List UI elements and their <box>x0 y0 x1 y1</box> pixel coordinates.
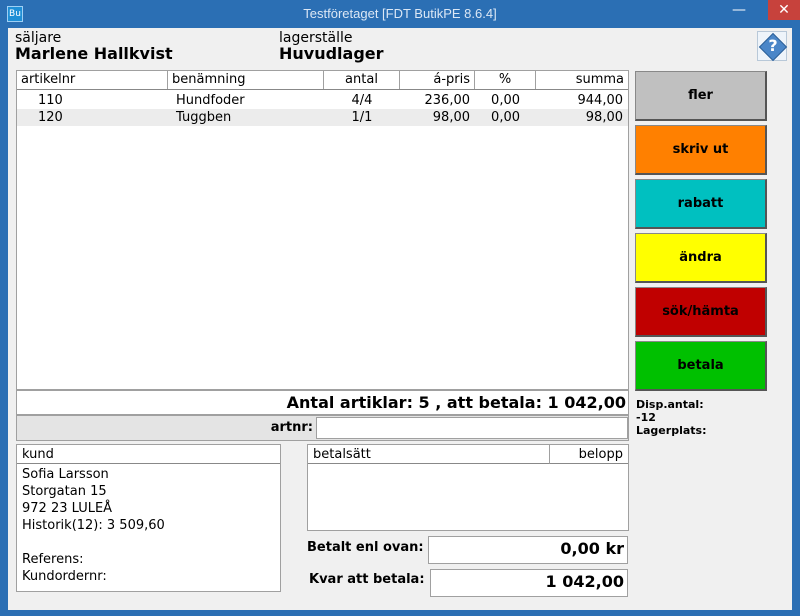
customer-order-number: Kundordernr: <box>22 569 107 584</box>
article-grid[interactable]: artikelnr benämning antal á-pris % summa… <box>16 70 629 390</box>
cell-artikelnr: 120 <box>38 110 63 125</box>
minimize-button[interactable]: — <box>725 0 753 20</box>
customer-history: Historik(12): 3 509,60 <box>22 518 165 533</box>
lagerplats-label: Lagerplats: <box>636 424 707 437</box>
column-header-antal[interactable]: antal <box>324 71 400 89</box>
payment-list[interactable]: betalsätt belopp <box>307 444 629 531</box>
cell-apris: 236,00 <box>424 93 471 108</box>
paid-label: Betalt enl ovan: <box>307 540 424 555</box>
cell-apris: 98,00 <box>432 110 470 125</box>
more-button[interactable]: fler <box>635 71 767 121</box>
pay-button[interactable]: betala <box>635 341 767 391</box>
location-name: Huvudlager <box>279 44 384 63</box>
cell-artikelnr: 110 <box>38 93 63 108</box>
disp-antal-label: Disp.antal: <box>636 398 704 411</box>
table-row[interactable]: 120 Tuggben 1/1 98,00 0,00 98,00 <box>17 109 628 126</box>
cell-antal: 1/1 <box>351 110 373 125</box>
column-header-benamning[interactable]: benämning <box>168 71 324 89</box>
cell-summa: 98,00 <box>585 110 623 125</box>
cell-summa: 944,00 <box>577 93 624 108</box>
column-header-artikelnr[interactable]: artikelnr <box>17 71 168 89</box>
column-header-apris[interactable]: á-pris <box>400 71 475 89</box>
column-header-betalsatt[interactable]: betalsätt <box>308 445 550 464</box>
column-header-belopp[interactable]: belopp <box>550 445 628 464</box>
table-row[interactable]: 110 Hundfoder 4/4 236,00 0,00 944,00 <box>17 92 628 109</box>
disp-antal-value: -12 <box>636 411 656 424</box>
column-header-percent[interactable]: % <box>475 71 536 89</box>
customer-postal: 972 23 LULEÅ <box>22 501 113 516</box>
seller-name: Marlene Hallkvist <box>15 44 173 63</box>
cell-percent: 0,00 <box>491 93 520 108</box>
customer-street: Storgatan 15 <box>22 484 107 499</box>
customer-name: Sofia Larsson <box>22 467 109 482</box>
cell-benamning: Tuggben <box>176 110 232 125</box>
title-bar[interactable]: Bu Testföretaget [FDT ButikPE 8.6.4] — □… <box>0 0 800 26</box>
paid-value: 0,00 kr <box>428 536 628 564</box>
cell-benamning: Hundfoder <box>176 93 245 108</box>
edit-button[interactable]: ändra <box>635 233 767 283</box>
customer-panel[interactable]: kund Sofia Larsson Storgatan 15 972 23 L… <box>16 444 281 592</box>
customer-header: kund <box>17 445 280 464</box>
remaining-label: Kvar att betala: <box>309 572 425 587</box>
client-area: säljare Marlene Hallkvist lagerställe Hu… <box>8 28 792 610</box>
cell-percent: 0,00 <box>491 110 520 125</box>
remaining-value: 1 042,00 <box>430 569 628 597</box>
artnr-label: artnr: <box>270 420 313 435</box>
column-header-summa[interactable]: summa <box>536 71 628 89</box>
cell-antal: 4/4 <box>351 93 373 108</box>
help-button[interactable]: ? <box>757 31 788 62</box>
window-title: Testföretaget [FDT ButikPE 8.6.4] <box>303 6 497 21</box>
close-button[interactable]: ✕ <box>768 0 800 20</box>
discount-button[interactable]: rabatt <box>635 179 767 229</box>
grid-header: artikelnr benämning antal á-pris % summa <box>17 71 628 90</box>
print-button[interactable]: skriv ut <box>635 125 767 175</box>
customer-reference: Referens: <box>22 552 84 567</box>
help-glyph: ? <box>768 36 778 55</box>
app-window: Bu Testföretaget [FDT ButikPE 8.6.4] — □… <box>0 0 800 616</box>
total-summary: Antal artiklar: 5 , att betala: 1 042,00 <box>16 390 629 415</box>
artnr-input[interactable] <box>316 417 628 439</box>
artnr-row: artnr: <box>16 415 629 441</box>
search-fetch-button[interactable]: sök/hämta <box>635 287 767 337</box>
